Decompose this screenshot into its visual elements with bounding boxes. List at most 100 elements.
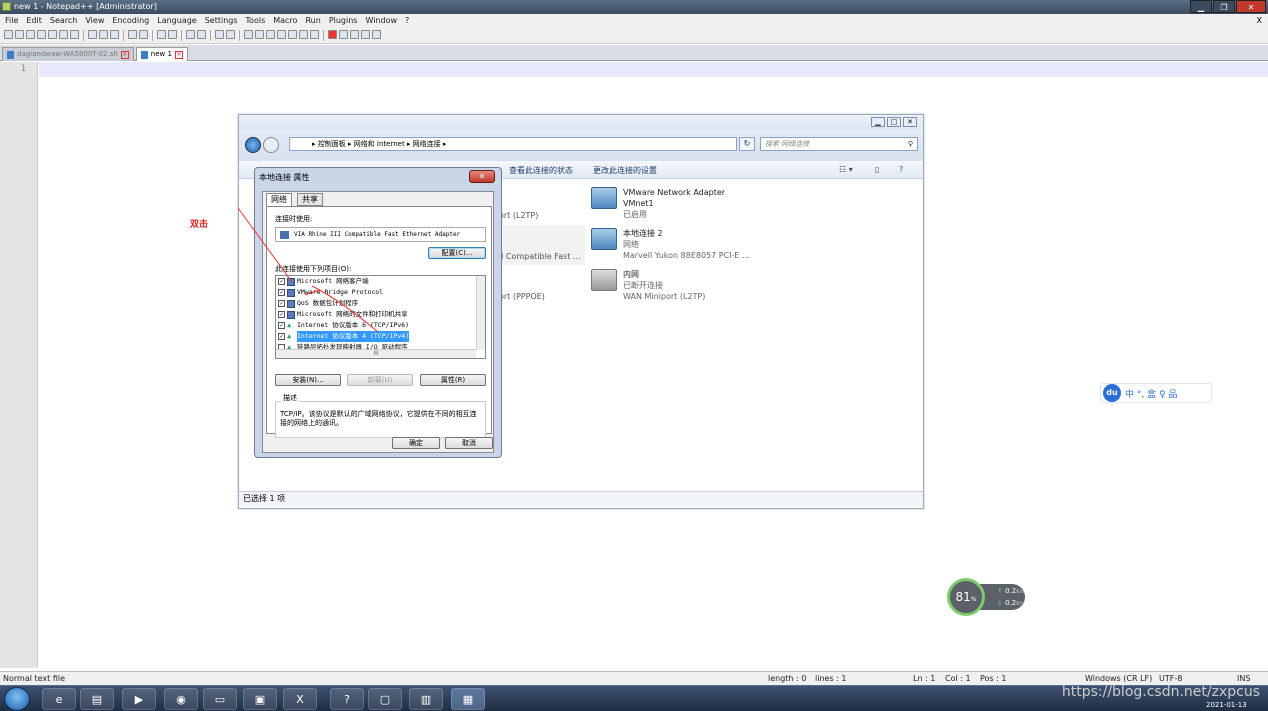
encoding[interactable]: UTF-8 — [1159, 674, 1182, 683]
print-icon[interactable] — [70, 30, 79, 39]
vertical-scrollbar[interactable] — [476, 276, 485, 350]
maximize-button[interactable]: □ — [887, 117, 901, 127]
menu-file[interactable]: File — [5, 14, 18, 27]
notepad-icon — [2, 2, 11, 11]
stop-macro-icon[interactable] — [339, 30, 348, 39]
indent-guide-icon[interactable] — [266, 30, 275, 39]
preview-pane-icon[interactable]: ▯ — [875, 165, 879, 174]
udl-icon[interactable] — [277, 30, 286, 39]
tab-close-icon[interactable]: × — [174, 50, 183, 59]
close-all-icon[interactable] — [59, 30, 68, 39]
minimize-button[interactable]: ▁ — [1190, 0, 1212, 13]
open-file-icon[interactable] — [15, 30, 24, 39]
current-line-highlight[interactable] — [39, 62, 1268, 77]
toolbar-separator — [181, 30, 182, 41]
dialog-close-button[interactable]: ✕ — [469, 170, 495, 183]
install-button[interactable]: 安装(N)... — [275, 374, 341, 386]
folder-workspace-icon[interactable] — [310, 30, 319, 39]
doc-map-icon[interactable] — [288, 30, 297, 39]
forward-icon[interactable] — [263, 137, 279, 153]
ok-button[interactable]: 确定 — [392, 437, 440, 449]
redo-icon[interactable] — [139, 30, 148, 39]
record-macro-icon[interactable] — [328, 30, 337, 39]
menu-settings[interactable]: Settings — [205, 14, 238, 27]
save-macro-icon[interactable] — [372, 30, 381, 39]
baidu-ime-toolbar[interactable]: du 中 °, 盒 ♀ 品 — [1100, 383, 1212, 403]
new-file-icon[interactable] — [4, 30, 13, 39]
address-bar[interactable]: ▸ 控制面板 ▸ 网络和 Internet ▸ 网络连接 ▸ — [289, 137, 737, 151]
back-icon[interactable] — [245, 137, 261, 153]
zoom-in-icon[interactable] — [186, 30, 195, 39]
explorer-icon[interactable]: ▤ — [80, 688, 114, 710]
connection-item-intranet[interactable]: 内网 已断开连接 WAN Miniport (L2TP) — [591, 269, 705, 302]
menu-search[interactable]: Search — [50, 14, 77, 27]
menu-encoding[interactable]: Encoding — [112, 14, 149, 27]
menu-edit[interactable]: Edit — [26, 14, 42, 27]
connection-item-local-2[interactable]: 本地连接 2 网络 Marvell Yukon 88E8057 PCI-E ..… — [591, 228, 750, 261]
title-bar: new 1 - Notepad++ [Administrator] ▁ ❐ ✕ — [0, 0, 1268, 14]
chrome-icon[interactable]: ◉ — [164, 688, 198, 710]
zoom-out-icon[interactable] — [197, 30, 206, 39]
function-list-icon[interactable] — [299, 30, 308, 39]
menu-plugins[interactable]: Plugins — [329, 14, 358, 27]
menu-tools[interactable]: Tools — [246, 14, 266, 27]
cancel-button[interactable]: 取消 — [445, 437, 493, 449]
sync-h-icon[interactable] — [226, 30, 235, 39]
window-title: new 1 - Notepad++ [Administrator] — [14, 2, 157, 11]
close-icon[interactable] — [48, 30, 57, 39]
menu-help[interactable]: ? — [405, 14, 409, 27]
uninstall-button[interactable]: 卸载(U) — [347, 374, 413, 386]
tab-new-1[interactable]: new 1 × — [135, 47, 188, 61]
restore-button[interactable]: ❐ — [1213, 0, 1235, 13]
media-player-icon[interactable]: ▶ — [122, 688, 156, 710]
paste-icon[interactable] — [110, 30, 119, 39]
terminal-icon[interactable]: ▢ — [368, 688, 402, 710]
refresh-icon[interactable]: ↻ — [739, 137, 755, 151]
clock-date[interactable]: 2021-01-13 — [1206, 701, 1247, 709]
connection-item-vmware[interactable]: VMware Network Adapter VMnet1 已启用 — [591, 187, 725, 220]
word-wrap-icon[interactable] — [244, 30, 253, 39]
view-status-command[interactable]: 查看此连接的状态 — [509, 165, 573, 176]
copy-icon[interactable] — [99, 30, 108, 39]
menu-language[interactable]: Language — [157, 14, 196, 27]
annotation-double-click: 双击 — [190, 220, 209, 230]
save-all-icon[interactable] — [37, 30, 46, 39]
horizontal-scrollbar[interactable]: III — [276, 349, 476, 358]
menu-run[interactable]: Run — [305, 14, 320, 27]
menu-macro[interactable]: Macro — [273, 14, 297, 27]
insert-mode[interactable]: INS — [1237, 674, 1250, 683]
view-options-icon[interactable]: ☷ ▾ — [839, 165, 853, 174]
close-button[interactable]: ✕ — [1236, 0, 1266, 13]
menu-window[interactable]: Window — [365, 14, 397, 27]
help-icon[interactable]: ? — [899, 165, 903, 174]
menu-view[interactable]: View — [85, 14, 104, 27]
change-settings-command[interactable]: 更改此连接的设置 — [593, 165, 657, 176]
help-icon[interactable]: ? — [330, 688, 364, 710]
run-macro-multiple-icon[interactable] — [361, 30, 370, 39]
eol-format[interactable]: Windows (CR LF) — [1085, 674, 1152, 683]
outlook-icon[interactable]: ▣ — [243, 688, 277, 710]
find-icon[interactable] — [157, 30, 166, 39]
monitor-icon[interactable]: ▭ — [203, 688, 237, 710]
excel-icon[interactable]: X — [283, 688, 317, 710]
search-input[interactable]: 搜索 网络连接 ⚲ — [760, 137, 918, 151]
play-macro-icon[interactable] — [350, 30, 359, 39]
undo-icon[interactable] — [128, 30, 137, 39]
close-doc-icon[interactable]: X — [1257, 14, 1262, 27]
close-button[interactable]: ✕ — [903, 117, 917, 127]
replace-icon[interactable] — [168, 30, 177, 39]
configure-button[interactable]: 配置(C)... — [428, 247, 486, 259]
tab-close-icon[interactable]: × — [120, 50, 129, 59]
ie-icon[interactable]: e — [42, 688, 76, 710]
properties-button[interactable]: 属性(R) — [420, 374, 486, 386]
tab-sh-file[interactable]: dagiandwaw-WA5800T-02.sh × — [2, 47, 134, 61]
start-button[interactable] — [4, 687, 30, 711]
cut-icon[interactable] — [88, 30, 97, 39]
save-icon[interactable] — [26, 30, 35, 39]
minimize-button[interactable]: ▁ — [871, 117, 885, 127]
chart-icon[interactable]: ▥ — [409, 688, 443, 710]
sync-v-icon[interactable] — [215, 30, 224, 39]
all-chars-icon[interactable] — [255, 30, 264, 39]
network-icon[interactable]: ▦ — [451, 688, 485, 710]
network-speed-widget[interactable]: ↑ 0.2K/s ↓ 0.2K/s 81% — [947, 578, 1027, 616]
